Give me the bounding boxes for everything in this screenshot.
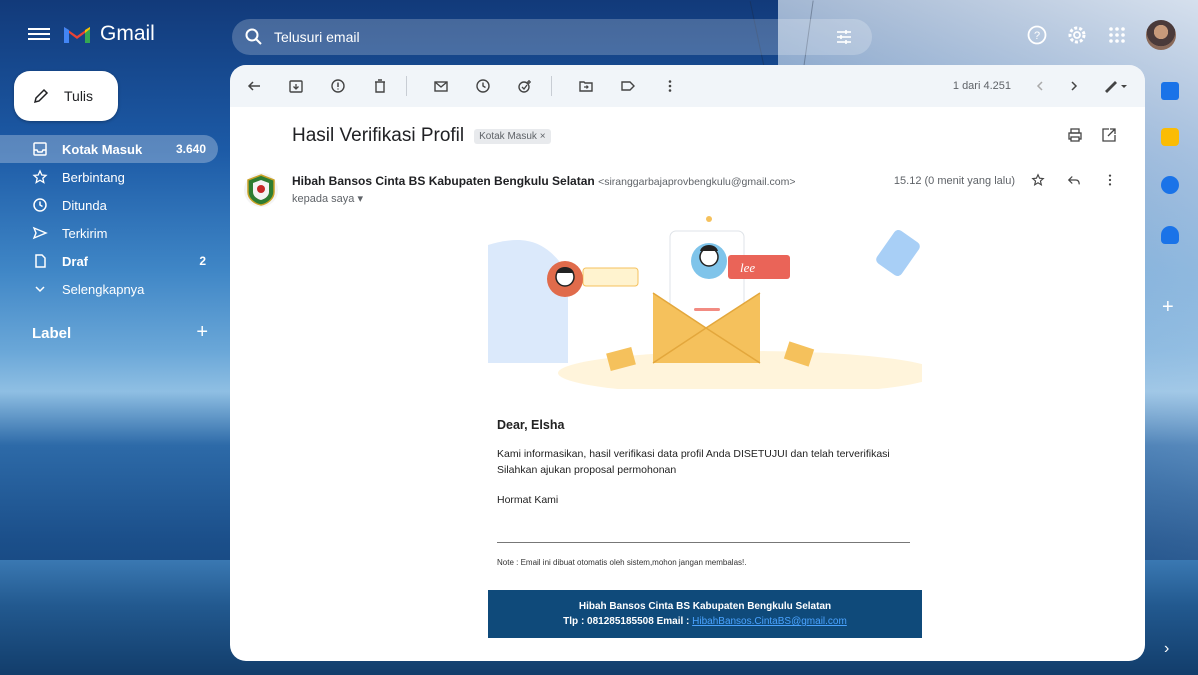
footer-email-link[interactable]: HibahBansos.CintaBS@gmail.com	[692, 616, 847, 627]
recipient-line[interactable]: kepada saya ▾	[292, 192, 363, 205]
reply-icon[interactable]	[1067, 173, 1081, 187]
tasks-icon[interactable]	[1161, 176, 1179, 194]
sidebar-item-label: Draf	[62, 253, 89, 269]
mark-unread-icon[interactable]	[433, 78, 449, 94]
footer-org-name: Hibah Bansos Cinta BS Kabupaten Bengkulu…	[578, 601, 832, 612]
sidebar-item-label: Terkirim	[62, 225, 108, 241]
email-timestamp: 15.12 (0 menit yang lalu)	[893, 175, 1015, 187]
draft-file-icon	[35, 254, 46, 268]
draft-count: 2	[199, 254, 206, 268]
move-to-folder-icon[interactable]	[578, 78, 594, 94]
labels-title: Label	[32, 325, 72, 342]
print-icon[interactable]	[1067, 127, 1083, 143]
paging-text: 1 dari 4.251	[952, 80, 1011, 92]
search-options-icon[interactable]	[834, 27, 854, 47]
clock-icon	[33, 198, 47, 212]
label-chip-text: Kotak Masuk	[479, 130, 537, 142]
report-spam-icon[interactable]	[330, 78, 346, 94]
add-addon-icon[interactable]: +	[1162, 296, 1174, 319]
email-toolbar: 1 dari 4.251	[230, 65, 1145, 107]
pagination: 1 dari 4.251	[953, 65, 1127, 107]
svg-text:lee: lee	[740, 260, 755, 275]
toolbar-divider	[406, 76, 407, 96]
keep-icon[interactable]	[1161, 128, 1179, 146]
chevron-down-icon	[35, 286, 45, 293]
sidebar-item-label: Kotak Masuk	[62, 141, 143, 157]
sidebar-item-starred[interactable]: Berbintang	[0, 163, 218, 191]
footer-contact-line: Tlp : 081285185508 Email : HibahBansos.C…	[488, 616, 922, 627]
archive-icon[interactable]	[288, 78, 304, 94]
compose-button[interactable]: Tulis	[14, 71, 118, 121]
sidebar-item-more[interactable]: Selengkapnya	[0, 275, 218, 303]
sender-email: <siranggarbajaprovbengkulu@gmail.com>	[598, 176, 796, 188]
more-vertical-icon[interactable]	[1103, 173, 1117, 187]
inbox-icon	[33, 142, 47, 156]
body-line-2: Silahkan ajukan proposal permohonan	[497, 464, 677, 476]
main-menu-button[interactable]	[28, 25, 50, 43]
subject-row: Hasil Verifikasi Profil Kotak Masuk ×	[292, 125, 551, 147]
sender-avatar[interactable]	[244, 173, 278, 207]
chevron-left-icon[interactable]	[1035, 80, 1045, 92]
compose-label: Tulis	[64, 88, 94, 104]
sidebar-nav: Kotak Masuk 3.640 Berbintang Ditunda Ter…	[0, 135, 218, 303]
show-side-panel-chevron-icon[interactable]: ›	[1164, 640, 1169, 658]
contacts-icon[interactable]	[1161, 226, 1179, 244]
email-footer: Hibah Bansos Cinta BS Kabupaten Bengkulu…	[488, 590, 922, 638]
more-vertical-icon[interactable]	[662, 78, 678, 94]
calendar-icon[interactable]	[1161, 82, 1179, 100]
unread-count: 3.640	[175, 142, 206, 156]
search-input[interactable]	[272, 28, 796, 46]
recipient-text: kepada saya	[292, 193, 355, 205]
regency-emblem-icon	[247, 174, 275, 206]
sender-name[interactable]: Hibah Bansos Cinta BS Kabupaten Bengkulu…	[292, 174, 595, 188]
sidebar-item-sent[interactable]: Terkirim	[0, 219, 218, 247]
snooze-clock-icon[interactable]	[475, 78, 491, 94]
open-new-window-icon[interactable]	[1101, 127, 1117, 143]
chevron-right-icon[interactable]	[1069, 80, 1079, 92]
search-icon[interactable]	[244, 27, 264, 47]
sidebar-item-label: Ditunda	[62, 197, 107, 213]
auto-email-note: Note : Email ini dibuat otomatis oleh si…	[497, 558, 747, 567]
add-label-button[interactable]: +	[196, 322, 208, 342]
sender-line: Hibah Bansos Cinta BS Kabupaten Bengkulu…	[292, 174, 796, 188]
send-icon	[32, 226, 48, 240]
label-tag-icon[interactable]	[620, 78, 636, 94]
email-view: 1 dari 4.251 Hasil Verifikasi Profil Kot…	[230, 65, 1145, 661]
sidebar-item-snoozed[interactable]: Ditunda	[0, 191, 218, 219]
caret-down-icon: ▾	[357, 193, 363, 205]
gmail-m-icon	[64, 27, 90, 43]
body-line-1: Kami informasikan, hasil verifikasi data…	[497, 448, 890, 460]
sidebar-item-label: Berbintang	[62, 169, 125, 185]
greeting: Dear, Elsha	[497, 418, 565, 432]
star-icon[interactable]	[1031, 173, 1045, 187]
sign-off: Hormat Kami	[497, 494, 559, 506]
back-arrow-icon[interactable]	[246, 78, 262, 94]
help-icon[interactable]: ?	[1026, 24, 1048, 46]
email-body: Dear, Elsha Kami informasikan, hasil ver…	[497, 418, 917, 506]
email-hero-illustration: lee	[488, 216, 922, 389]
toolbar-divider	[551, 76, 552, 96]
svg-text:?: ?	[1034, 30, 1040, 42]
footer-contact: Tlp : 081285185508 Email :	[563, 616, 690, 627]
app-name: Gmail	[100, 22, 155, 45]
email-subject: Hasil Verifikasi Profil	[292, 125, 465, 146]
sidebar-item-label: Selengkapnya	[62, 281, 145, 297]
settings-gear-icon[interactable]	[1066, 24, 1088, 46]
label-chip-inbox[interactable]: Kotak Masuk ×	[474, 128, 551, 144]
sidebar-item-drafts[interactable]: Draf 2	[0, 247, 218, 275]
star-icon	[32, 169, 48, 184]
apps-grid-icon[interactable]	[1106, 24, 1128, 46]
sidebar-item-inbox[interactable]: Kotak Masuk 3.640	[0, 135, 218, 163]
side-panel: + ›	[1150, 70, 1190, 670]
add-task-icon[interactable]	[517, 78, 533, 94]
search-bar[interactable]	[232, 19, 872, 55]
labels-section: Label +	[32, 322, 208, 342]
input-tools-icon[interactable]	[1103, 79, 1127, 93]
delete-trash-icon[interactable]	[372, 78, 388, 94]
account-avatar[interactable]	[1146, 20, 1176, 50]
body-divider	[497, 542, 910, 543]
gmail-logo[interactable]: Gmail	[62, 22, 155, 46]
pencil-icon	[33, 88, 49, 104]
